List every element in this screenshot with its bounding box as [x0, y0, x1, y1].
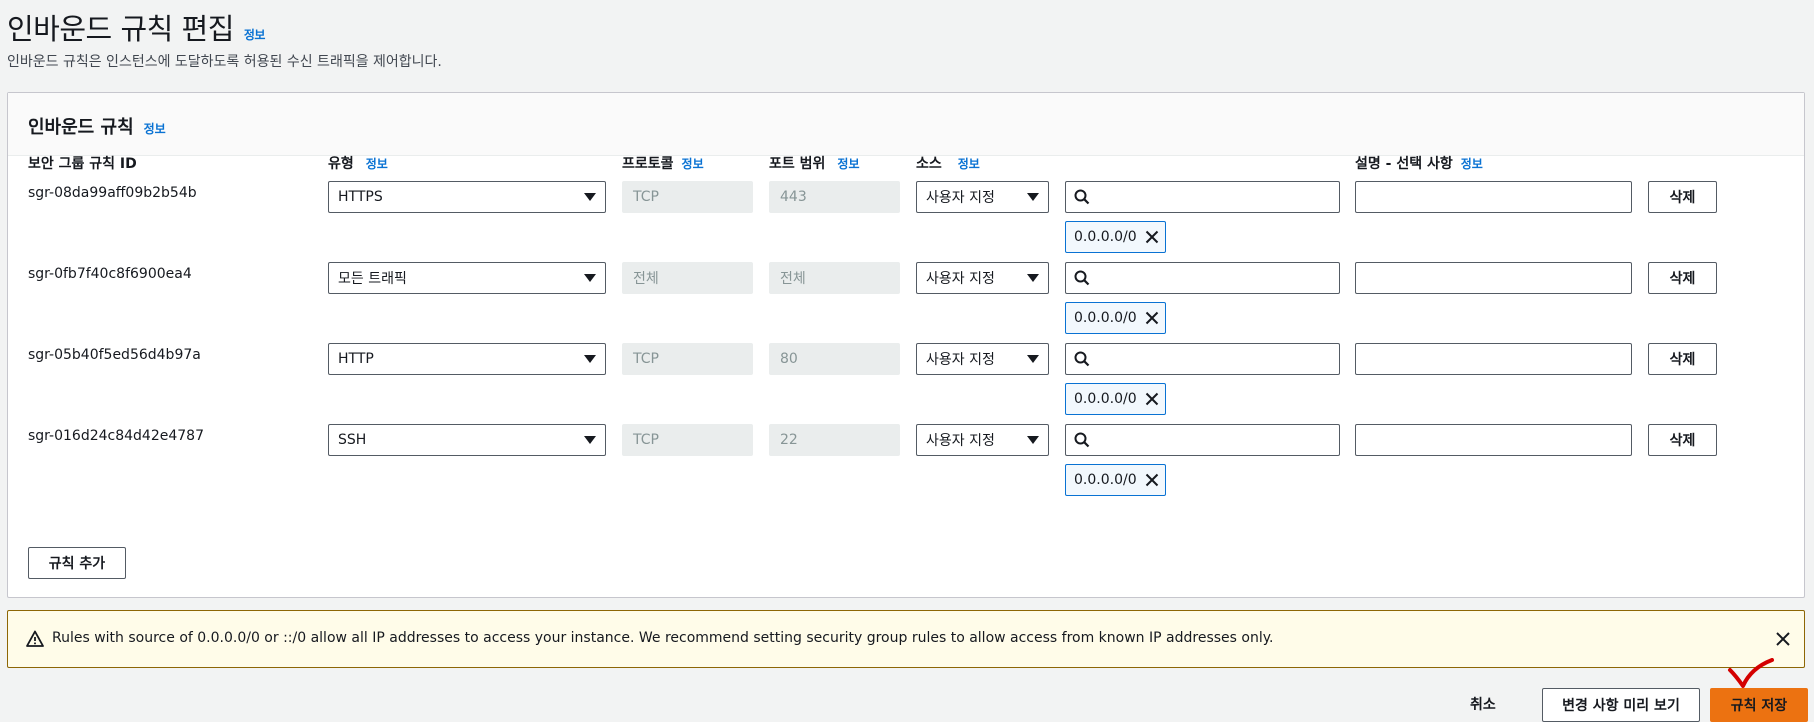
- source-type-select[interactable]: 사용자 지정: [916, 343, 1049, 375]
- remove-token-icon[interactable]: [1145, 392, 1159, 406]
- cidr-token: 0.0.0.0/0: [1065, 383, 1166, 415]
- search-icon: [1074, 270, 1090, 286]
- description-input[interactable]: [1355, 262, 1632, 294]
- type-select[interactable]: SSH: [328, 424, 606, 456]
- source-type-value: 사용자 지정: [926, 433, 995, 449]
- caret-down-icon: [1027, 193, 1039, 201]
- remove-token-icon[interactable]: [1145, 230, 1159, 244]
- type-select-value: SSH: [338, 432, 367, 448]
- col-header-rule-id-text: 보안 그룹 규칙 ID: [28, 156, 137, 172]
- delete-rule-button[interactable]: 삭제: [1648, 262, 1717, 294]
- col-header-description-text: 설명 - 선택 사항: [1355, 156, 1453, 172]
- rule-id: sgr-08da99aff09b2b54b: [28, 185, 197, 201]
- col-header-port-range: 포트 범위 정보: [769, 153, 860, 173]
- rule-id: sgr-0fb7f40c8f6900ea4: [28, 266, 192, 282]
- cidr-token: 0.0.0.0/0: [1065, 302, 1166, 334]
- inbound-rules-panel: 인바운드 규칙 정보 보안 그룹 규칙 ID 유형 정보 프로토콜 정보 포트 …: [7, 92, 1805, 598]
- panel-title: 인바운드 규칙 정보: [28, 113, 166, 139]
- col-header-source: 소스 정보: [916, 153, 980, 173]
- cidr-token-label: 0.0.0.0/0: [1074, 472, 1137, 488]
- col-header-source-text: 소스: [916, 156, 942, 172]
- source-search-input[interactable]: [1065, 181, 1340, 213]
- source-search-input[interactable]: [1065, 262, 1340, 294]
- warning-alert: Rules with source of 0.0.0.0/0 or ::/0 a…: [7, 610, 1805, 668]
- protocol-field: TCP: [622, 181, 753, 213]
- dismiss-icon[interactable]: [1775, 631, 1791, 651]
- port-info-link[interactable]: 정보: [837, 155, 859, 172]
- cidr-token: 0.0.0.0/0: [1065, 221, 1166, 253]
- panel-info-link[interactable]: 정보: [144, 120, 166, 137]
- type-info-link[interactable]: 정보: [366, 155, 388, 172]
- source-type-select[interactable]: 사용자 지정: [916, 424, 1049, 456]
- type-select[interactable]: HTTP: [328, 343, 606, 375]
- search-icon: [1074, 189, 1090, 205]
- rule-id: sgr-016d24c84d42e4787: [28, 428, 204, 444]
- search-icon: [1074, 351, 1090, 367]
- panel-header: [8, 93, 1804, 156]
- col-header-protocol: 프로토콜 정보: [622, 153, 704, 173]
- protocol-info-link[interactable]: 정보: [682, 155, 704, 172]
- description-input[interactable]: [1355, 424, 1632, 456]
- warning-icon: [26, 630, 44, 652]
- preview-changes-button[interactable]: 변경 사항 미리 보기: [1542, 688, 1700, 722]
- rule-id: sgr-05b40f5ed56d4b97a: [28, 347, 201, 363]
- delete-rule-button[interactable]: 삭제: [1648, 343, 1717, 375]
- description-input[interactable]: [1355, 181, 1632, 213]
- col-header-protocol-text: 프로토콜: [622, 156, 674, 172]
- remove-token-icon[interactable]: [1145, 311, 1159, 325]
- port-range-field: 22: [769, 424, 900, 456]
- warning-text: Rules with source of 0.0.0.0/0 or ::/0 a…: [52, 630, 1274, 646]
- col-header-description: 설명 - 선택 사항 정보: [1355, 153, 1483, 173]
- caret-down-icon: [584, 274, 596, 282]
- port-range-field: 80: [769, 343, 900, 375]
- source-type-value: 사용자 지정: [926, 271, 995, 287]
- caret-down-icon: [1027, 436, 1039, 444]
- source-type-select[interactable]: 사용자 지정: [916, 181, 1049, 213]
- search-icon: [1074, 432, 1090, 448]
- source-search-input[interactable]: [1065, 424, 1340, 456]
- caret-down-icon: [584, 355, 596, 363]
- caret-down-icon: [584, 436, 596, 444]
- description-input[interactable]: [1355, 343, 1632, 375]
- protocol-field: TCP: [622, 424, 753, 456]
- col-header-rule-id: 보안 그룹 규칙 ID: [28, 153, 137, 173]
- port-range-field: 전체: [769, 262, 900, 294]
- type-select-value: HTTPS: [338, 189, 383, 205]
- cancel-button[interactable]: 취소: [1470, 694, 1496, 714]
- type-select[interactable]: HTTPS: [328, 181, 606, 213]
- col-header-type-text: 유형: [328, 156, 354, 172]
- type-select[interactable]: 모든 트래픽: [328, 262, 606, 294]
- delete-rule-button[interactable]: 삭제: [1648, 424, 1717, 456]
- page-description: 인바운드 규칙은 인스턴스에 도달하도록 허용된 수신 트래픽을 제어합니다.: [7, 54, 442, 70]
- description-info-link[interactable]: 정보: [1461, 155, 1483, 172]
- source-search-input[interactable]: [1065, 343, 1340, 375]
- page-title-text: 인바운드 규칙 편집: [7, 12, 234, 46]
- delete-rule-button[interactable]: 삭제: [1648, 181, 1717, 213]
- page-title: 인바운드 규칙 편집 정보: [7, 6, 265, 48]
- caret-down-icon: [584, 193, 596, 201]
- caret-down-icon: [1027, 355, 1039, 363]
- protocol-field: TCP: [622, 343, 753, 375]
- source-type-select[interactable]: 사용자 지정: [916, 262, 1049, 294]
- panel-title-text: 인바운드 규칙: [28, 117, 134, 138]
- source-info-link[interactable]: 정보: [958, 155, 980, 172]
- col-header-type: 유형 정보: [328, 153, 388, 173]
- cidr-token: 0.0.0.0/0: [1065, 464, 1166, 496]
- caret-down-icon: [1027, 274, 1039, 282]
- remove-token-icon[interactable]: [1145, 473, 1159, 487]
- add-rule-button[interactable]: 규칙 추가: [28, 547, 126, 579]
- protocol-field: 전체: [622, 262, 753, 294]
- cidr-token-label: 0.0.0.0/0: [1074, 310, 1137, 326]
- checkmark-annotation-icon: [1726, 658, 1776, 696]
- cidr-token-label: 0.0.0.0/0: [1074, 391, 1137, 407]
- type-select-value: 모든 트래픽: [338, 271, 407, 287]
- type-select-value: HTTP: [338, 351, 374, 367]
- port-range-field: 443: [769, 181, 900, 213]
- source-type-value: 사용자 지정: [926, 352, 995, 368]
- cidr-token-label: 0.0.0.0/0: [1074, 229, 1137, 245]
- col-header-port-range-text: 포트 범위: [769, 156, 826, 172]
- source-type-value: 사용자 지정: [926, 190, 995, 206]
- page-info-link[interactable]: 정보: [244, 26, 266, 43]
